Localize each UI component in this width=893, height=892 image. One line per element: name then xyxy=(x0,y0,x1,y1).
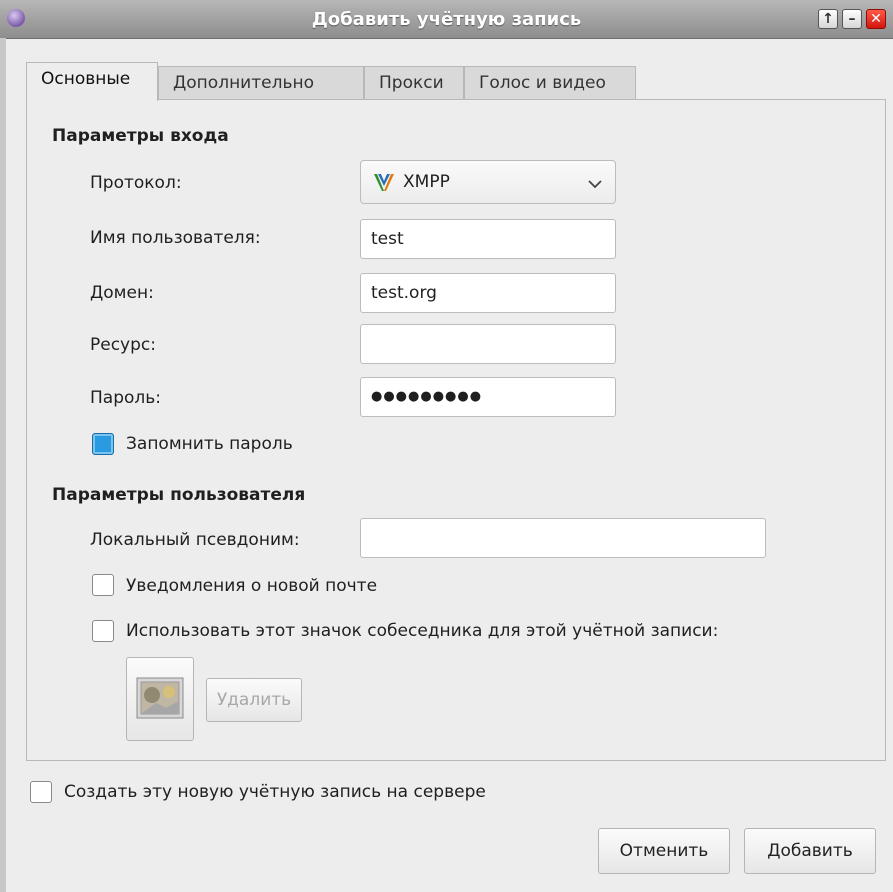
chevron-down-icon xyxy=(587,175,603,195)
protocol-value: XMPP xyxy=(403,172,450,192)
title-bar: Добавить учётную запись ↑ – ✕ xyxy=(0,0,893,39)
new-mail-label: Уведомления о новой почте xyxy=(126,576,378,596)
remember-password-label: Запомнить пароль xyxy=(126,434,293,454)
tab-advanced[interactable]: Дополнительно xyxy=(158,66,364,100)
maximize-icon[interactable]: ↑ xyxy=(818,9,838,29)
new-mail-checkbox[interactable] xyxy=(92,574,114,596)
resource-label: Ресурс: xyxy=(90,335,156,355)
window-border xyxy=(0,38,6,892)
password-field[interactable]: ●●●●●●●●● xyxy=(360,377,616,417)
domain-label: Домен: xyxy=(90,283,154,303)
alias-field[interactable] xyxy=(360,518,766,558)
tab-voice-video[interactable]: Голос и видео xyxy=(464,66,636,100)
create-account-label: Создать эту новую учётную запись на серв… xyxy=(64,782,486,802)
image-placeholder-icon xyxy=(136,677,184,724)
protocol-select[interactable]: XMPP xyxy=(360,160,616,204)
domain-field[interactable]: test.org xyxy=(360,273,616,313)
password-label: Пароль: xyxy=(90,388,162,408)
buddy-icon-checkbox[interactable] xyxy=(92,620,114,642)
username-label: Имя пользователя: xyxy=(90,228,261,248)
username-field[interactable]: test xyxy=(360,219,616,259)
remember-password-checkbox[interactable] xyxy=(92,433,114,455)
alias-label: Локальный псевдоним: xyxy=(90,530,300,550)
minimize-icon[interactable]: – xyxy=(842,9,862,29)
remove-icon-button[interactable]: Удалить xyxy=(206,678,302,722)
user-section-title: Параметры пользователя xyxy=(52,485,306,505)
xmpp-icon xyxy=(373,171,395,193)
buddy-icon-button[interactable] xyxy=(126,657,194,741)
protocol-label: Протокол: xyxy=(90,173,182,193)
tab-basic[interactable]: Основные xyxy=(26,62,158,101)
window-title: Добавить учётную запись xyxy=(311,9,582,30)
buddy-icon-label: Использовать этот значок собеседника для… xyxy=(126,621,719,641)
cancel-button[interactable]: Отменить xyxy=(598,828,730,874)
login-section-title: Параметры входа xyxy=(52,126,229,146)
close-icon[interactable]: ✕ xyxy=(866,9,886,29)
create-account-checkbox[interactable] xyxy=(30,781,52,803)
resource-field[interactable] xyxy=(360,324,616,364)
tab-proxy[interactable]: Прокси xyxy=(364,66,464,100)
add-button[interactable]: Добавить xyxy=(744,828,876,874)
